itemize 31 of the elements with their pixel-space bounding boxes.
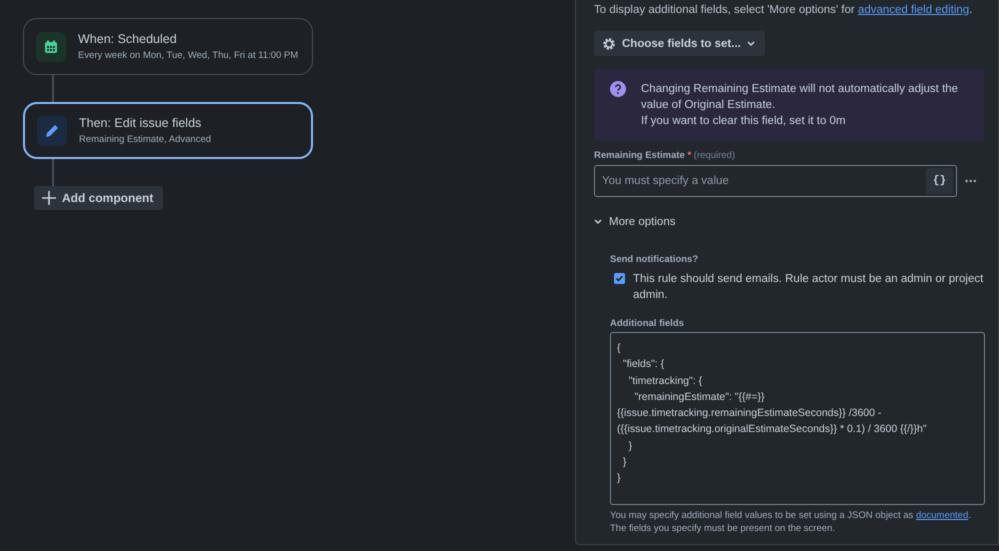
more-actions-button[interactable]: ••• — [965, 176, 978, 186]
checkbox[interactable] — [614, 273, 625, 284]
info-text: If you want to clear this field, set it to 0m — [641, 114, 847, 129]
rule-component-card[interactable]: Then: Edit issue fields Remaining Estimate, Advanced — [23, 102, 313, 159]
help-text: You may specify additional field values to be set using a JSON object as documented. The fields you specify must be present on the screen. — [610, 509, 972, 535]
chevron-icon — [594, 219, 602, 225]
section-label: Send notifications? — [610, 254, 700, 265]
more-options-toggle[interactable]: More options — [594, 216, 676, 228]
section-label: Additional fields — [610, 318, 685, 329]
intro-text: To display additional fields, select 'More options' for advanced field editing. — [594, 3, 974, 18]
field-label: Remaining Estimate * (required) — [594, 150, 736, 161]
info-text: Changing Remaining Estimate will not automatically adjust the value of Original Estimate. — [641, 82, 960, 113]
plus-icon — [42, 191, 56, 205]
choose-fields-button[interactable]: Choose fields to set... — [594, 31, 765, 56]
add-component-button[interactable]: Add component — [34, 186, 164, 210]
smart-value-button[interactable]: {} — [926, 168, 953, 194]
card-subtitle: Remaining Estimate, Advanced — [79, 134, 212, 145]
advanced-editing-link[interactable]: advanced field editing — [858, 4, 970, 16]
card-subtitle: Every week on Mon, Tue, Wed, Thu, Fri at 11:00 PM — [78, 50, 298, 61]
settings-icon — [602, 36, 616, 50]
documented-link[interactable]: documented — [916, 510, 968, 521]
pencil-icon — [45, 124, 59, 138]
calendar-icon — [44, 40, 58, 54]
checkbox-label: This rule should send emails. Rule actor must be an admin or project admin. — [633, 272, 984, 303]
remaining-estimate-input[interactable]: You must specify a value {} — [594, 165, 957, 197]
card-title: Then: Edit issue fields — [79, 116, 202, 130]
question-icon — [610, 81, 626, 97]
rule-component-card[interactable]: When: Scheduled Every week on Mon, Tue, Wed, Thu, Fri at 11:00 PM — [23, 18, 313, 75]
chevron-down-icon — [746, 40, 755, 46]
additional-fields-input[interactable]: { "fields": { "timetracking": { "remainingEstimate": "{{#=}} {{issue.timetracking.remainingEstimateSeconds}} /3600 - ({{issue.timetracking.originalEstimateSeconds}} * 0.1) / 3600 {{/}}h" } } } — [610, 332, 985, 505]
card-title: When: Scheduled — [78, 32, 178, 46]
